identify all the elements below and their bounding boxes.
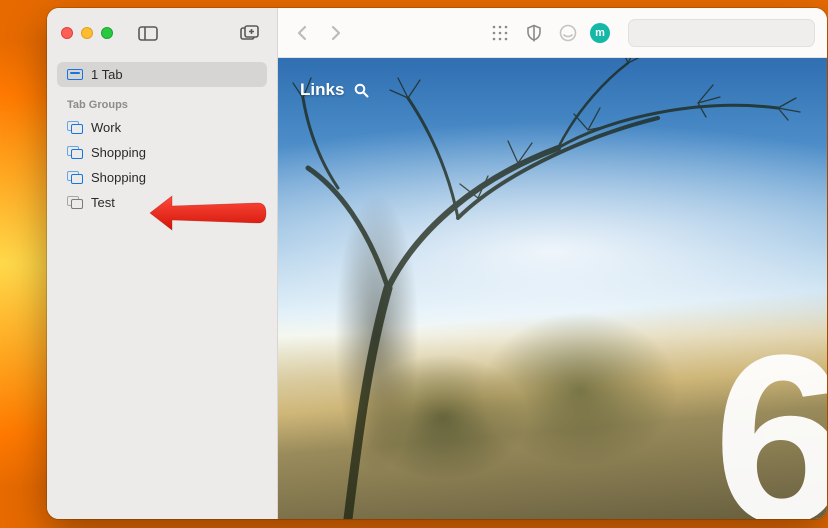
links-header[interactable]: Links — [300, 80, 369, 100]
tab-group-icon — [67, 146, 83, 159]
tab-group-label: Shopping — [91, 145, 146, 160]
tab-group-icon — [67, 121, 83, 134]
background-numeral: 6 — [714, 319, 827, 519]
tab-group-icon — [67, 196, 83, 209]
new-tab-group-button[interactable] — [237, 21, 263, 45]
tab-group-shopping-1[interactable]: Shopping — [57, 140, 267, 165]
tab-group-label: Test — [91, 195, 115, 210]
tab-icon — [67, 69, 83, 80]
zoom-window-button[interactable] — [101, 27, 113, 39]
sidebar: 1 Tab Tab Groups Work Shopping Shopping … — [47, 8, 278, 519]
sidebar-list: 1 Tab Tab Groups Work Shopping Shopping … — [47, 58, 277, 219]
tab-groups-header: Tab Groups — [57, 87, 267, 115]
website-settings-icon[interactable] — [556, 21, 580, 45]
tab-group-shopping-2[interactable]: Shopping — [57, 165, 267, 190]
start-page: Links 6 — [278, 58, 827, 519]
close-window-button[interactable] — [61, 27, 73, 39]
safari-window: 1 Tab Tab Groups Work Shopping Shopping … — [47, 8, 827, 519]
avatar-initial: m — [595, 27, 605, 39]
current-tabs-item[interactable]: 1 Tab — [57, 62, 267, 87]
current-tabs-label: 1 Tab — [91, 67, 123, 82]
sidebar-toolbar — [47, 8, 277, 58]
address-bar[interactable] — [628, 19, 815, 47]
start-page-grid-icon[interactable] — [488, 21, 512, 45]
minimize-window-button[interactable] — [81, 27, 93, 39]
tab-group-label: Work — [91, 120, 121, 135]
tab-group-test[interactable]: Test — [57, 190, 267, 215]
tab-group-label: Shopping — [91, 170, 146, 185]
search-icon — [354, 83, 369, 98]
toggle-sidebar-button[interactable] — [135, 21, 161, 45]
links-label: Links — [300, 80, 344, 100]
top-toolbar: m — [278, 8, 827, 58]
window-controls — [61, 27, 113, 39]
shield-privacy-icon[interactable] — [522, 21, 546, 45]
tab-group-icon — [67, 171, 83, 184]
tab-group-work[interactable]: Work — [57, 115, 267, 140]
forward-button[interactable] — [324, 21, 348, 45]
back-button[interactable] — [290, 21, 314, 45]
profile-avatar[interactable]: m — [590, 23, 610, 43]
main-area: m — [278, 8, 827, 519]
